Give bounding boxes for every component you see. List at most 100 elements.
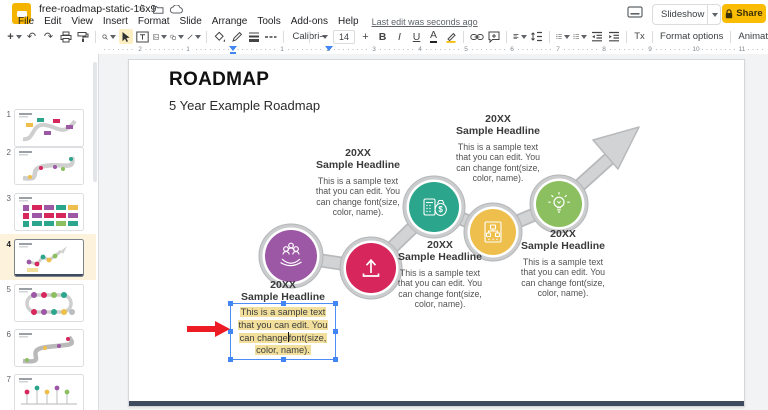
increase-font-size-button[interactable]: + — [359, 29, 373, 44]
milestone-headline[interactable]: Sample Headline — [303, 159, 413, 171]
share-button[interactable]: Share — [722, 4, 766, 23]
selected-text-box[interactable]: This is a sample textthat you can edit. … — [230, 303, 336, 360]
milestone-text-block[interactable]: 20XXSample Headline This is a sample text… — [385, 239, 495, 310]
font-family-select[interactable]: Calibri — [290, 29, 304, 44]
milestone-body[interactable]: This is a sample textthat you can edit. … — [303, 176, 413, 218]
slide-footer-bar — [129, 401, 744, 406]
milestone-year[interactable]: 20XX — [385, 239, 495, 251]
ruler-label: 9 — [646, 46, 654, 54]
milestone-year[interactable]: 20XX — [303, 147, 413, 159]
slide-canvas[interactable]: ROADMAP 5 Year Example Roadmap $ 20XXSam… — [128, 59, 745, 407]
left-indent-marker[interactable] — [229, 46, 237, 51]
bold-icon: B — [379, 31, 387, 43]
decrease-indent-button[interactable] — [590, 29, 604, 44]
insert-shape-button[interactable] — [170, 29, 184, 44]
ruler-label: 6 — [508, 46, 516, 54]
decrease-font-size-button[interactable]: − — [316, 29, 330, 44]
titlebar: free-roadmap-static-16x9 ☆ FileEditViewI… — [0, 0, 768, 28]
filmstrip-scrollbar[interactable] — [93, 62, 97, 182]
last-edit-link[interactable]: Last edit was seconds ago — [372, 17, 478, 27]
milestone-body[interactable]: This is a sample textthat you can edit. … — [385, 268, 495, 310]
selection-handle[interactable] — [281, 357, 286, 362]
textbox-button[interactable] — [136, 29, 150, 44]
highlight-color-button[interactable] — [444, 29, 458, 44]
right-indent-marker[interactable] — [325, 46, 333, 51]
paint-format-button[interactable] — [76, 29, 90, 44]
font-size-input[interactable]: 14 — [333, 30, 355, 44]
ruler-label: 4 — [416, 46, 424, 54]
redo-button[interactable]: ↷ — [42, 29, 56, 44]
menu-item-view[interactable]: View — [66, 16, 98, 27]
fill-color-button[interactable] — [213, 29, 227, 44]
milestone-headline[interactable]: Sample Headline — [385, 251, 495, 263]
milestone-circle[interactable] — [530, 175, 588, 233]
bulleted-list-button[interactable] — [556, 29, 570, 44]
numbered-list-button[interactable] — [573, 29, 587, 44]
new-slide-button[interactable]: + — [8, 29, 22, 44]
menu-item-arrange[interactable]: Arrange — [207, 16, 253, 27]
selection-handle[interactable] — [228, 357, 233, 362]
zoom-button[interactable] — [102, 29, 116, 44]
milestone-body-line: that you can edit. You — [385, 278, 495, 288]
increase-indent-button[interactable] — [607, 29, 621, 44]
slideshow-dropdown[interactable] — [707, 5, 722, 24]
insert-image-button[interactable] — [153, 29, 167, 44]
insert-comment-button[interactable] — [487, 29, 501, 44]
milestone-text-block[interactable]: 20XXSample Headline This is a sample text… — [303, 147, 413, 218]
milestone-text-block[interactable]: 20XXSample Headline This is a sample text… — [443, 113, 553, 184]
star-icon[interactable]: ☆ — [137, 4, 146, 14]
line-spacing-button[interactable] — [530, 29, 544, 44]
menu-item-tools[interactable]: Tools — [252, 16, 285, 27]
slide-thumbnail-7[interactable] — [14, 374, 84, 410]
selection-handle[interactable] — [333, 301, 338, 306]
menu-item-insert[interactable]: Insert — [98, 16, 133, 27]
milestone-headline[interactable]: Sample Headline — [443, 125, 553, 137]
animate-button[interactable]: Animate — [738, 31, 768, 42]
clear-formatting-button[interactable]: Tx — [633, 29, 647, 44]
milestone-body[interactable]: This is a sample textthat you can edit. … — [443, 142, 553, 184]
menu-item-edit[interactable]: Edit — [39, 16, 66, 27]
align-button[interactable] — [513, 29, 527, 44]
selection-handle[interactable] — [281, 301, 286, 306]
comment-history-button[interactable] — [627, 6, 644, 20]
slide-thumbnail-3[interactable] — [14, 193, 84, 231]
menu-item-file[interactable]: File — [13, 16, 39, 27]
annotation-arrow[interactable] — [187, 321, 230, 337]
milestone-body[interactable]: This is a sample textthat you can edit. … — [508, 257, 618, 299]
roadmap-graphic[interactable]: $ — [129, 60, 744, 406]
milestone-year[interactable]: 20XX — [443, 113, 553, 125]
slide-thumbnail-6[interactable] — [14, 329, 84, 367]
milestone-year[interactable]: 20XX — [508, 228, 618, 240]
insert-line-button[interactable] — [187, 29, 201, 44]
border-color-button[interactable] — [230, 29, 244, 44]
menu-item-slide[interactable]: Slide — [175, 16, 207, 27]
print-button[interactable] — [59, 29, 73, 44]
selection-handle[interactable] — [333, 357, 338, 362]
slide-thumbnail-1[interactable] — [14, 109, 84, 147]
slide-thumbnail-2[interactable] — [14, 147, 84, 185]
text-color-button[interactable]: A — [427, 29, 441, 44]
underline-button[interactable]: U — [410, 29, 424, 44]
milestone-headline[interactable]: Sample Headline — [508, 240, 618, 252]
milestone-text-block[interactable]: 20XXSample HeadlineThis is a sample text… — [228, 279, 338, 360]
selection-handle[interactable] — [333, 329, 338, 334]
slide-thumbnail-4[interactable] — [14, 239, 84, 277]
menu-item-format[interactable]: Format — [133, 16, 175, 27]
menu-item-addons[interactable]: Add-ons — [286, 16, 333, 27]
undo-button[interactable]: ↶ — [25, 29, 39, 44]
border-weight-button[interactable] — [247, 29, 261, 44]
slideshow-button[interactable]: Slideshow — [652, 4, 721, 25]
milestone-text-block[interactable]: 20XXSample Headline This is a sample text… — [508, 228, 618, 299]
slide-thumbnail-5[interactable] — [14, 284, 84, 322]
format-options-button[interactable]: Format options — [660, 31, 723, 42]
slide-number: 2 — [2, 148, 11, 157]
bold-button[interactable]: B — [376, 29, 390, 44]
milestone-year[interactable]: 20XX — [228, 279, 338, 291]
selection-handle[interactable] — [228, 301, 233, 306]
ruler-label: 1 — [184, 46, 192, 54]
italic-button[interactable]: I — [393, 29, 407, 44]
insert-link-button[interactable] — [470, 29, 484, 44]
select-tool-button[interactable] — [119, 29, 133, 44]
border-dash-button[interactable] — [264, 29, 278, 44]
menu-item-help[interactable]: Help — [333, 16, 364, 27]
